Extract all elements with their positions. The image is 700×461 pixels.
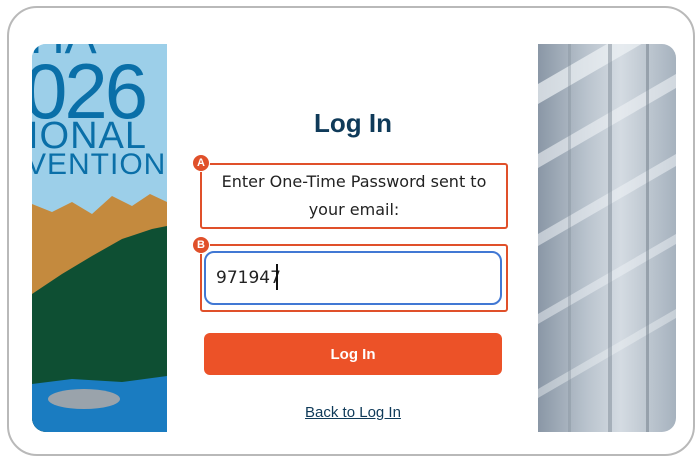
building-photo	[538, 44, 676, 432]
annotation-marker-a: A	[192, 154, 210, 172]
login-button[interactable]: Log In	[204, 333, 502, 375]
page-title: Log In	[314, 108, 392, 138]
back-to-login-link[interactable]: Back to Log In	[200, 404, 506, 421]
text-caret	[276, 264, 278, 290]
annotation-marker-b: B	[192, 236, 210, 254]
convention-banner-image: HA 026 IONAL VENTION	[32, 44, 167, 432]
otp-input[interactable]	[204, 251, 502, 305]
otp-prompt-label: Enter One-Time Password sent to your ema…	[221, 172, 487, 219]
banner-line2-text: VENTION	[32, 148, 167, 181]
otp-prompt-highlight: Enter One-Time Password sent to your ema…	[200, 163, 508, 229]
